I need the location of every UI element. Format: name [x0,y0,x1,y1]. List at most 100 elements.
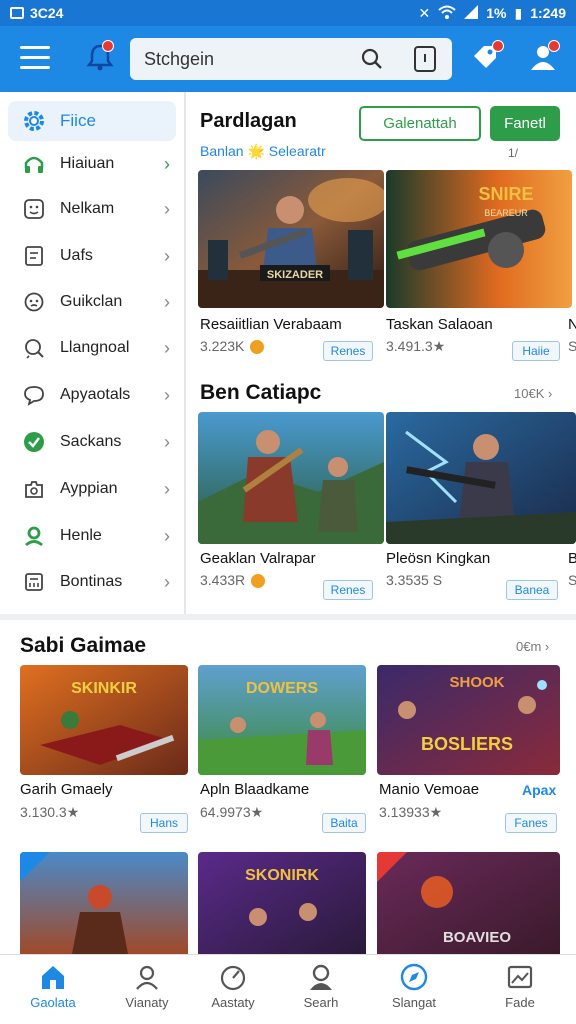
saki-see-more[interactable]: 0€m › [516,639,549,654]
tag-button[interactable] [470,40,504,76]
nav-label: Aastaty [211,995,255,1010]
svg-text:BEAREUR: BEAREUR [484,208,528,218]
game-name: Geaklan Valrapar [200,550,316,567]
nav-item-search[interactable]: Searh [273,955,369,1024]
notifications-button[interactable] [86,40,116,74]
game-thumbnail [198,412,384,544]
clock: 1:249 [530,5,566,21]
svg-text:BOSLIERS: BOSLIERS [421,734,513,754]
sidebar-item-hiaiuan[interactable]: Hiaiuan › [8,144,176,184]
game-name: Pleösn Kingkan [386,550,491,567]
fanetl-button[interactable]: Fanetl [490,106,560,141]
ben-see-more[interactable]: 10€K › [514,386,552,401]
sidebar-item-apyaotals[interactable]: Apyaotals › [8,375,176,415]
game-card[interactable]: SHOOK BOSLIERS Manio Vemoae Apax 3.13933… [377,665,560,840]
search-bar [130,38,452,80]
game-name: Apln Blaadkame [200,781,310,798]
svg-text:SKIZADER: SKIZADER [267,269,323,281]
sidebar-item-label: Sackans [60,433,122,450]
svg-text:SKONIRK: SKONIRK [245,867,319,884]
game-thumbnail: BOAVIEO [377,852,560,954]
sidebar-item-label: Hiaiuan [60,155,115,172]
search-button[interactable] [360,47,384,71]
gear-icon [22,109,46,133]
section-divider [0,614,576,620]
sidebar-item-label: Nelkam [60,200,115,217]
sidebar-item-label: Ayppian [60,480,118,497]
nav-item-slangat[interactable]: Slangat [366,955,462,1024]
game-thumbnail: DOWERS [198,665,366,775]
hamburger-icon [20,46,50,49]
battery-level: 1% [486,5,507,21]
sidebar-item-llangnoal[interactable]: Llangnoal › [8,328,176,368]
sidebar-item-uafs[interactable]: Uafs › [8,236,176,276]
compass-icon [400,963,428,991]
featured-subtitle[interactable]: Banlan 🌟 Selearatr [200,143,326,160]
featured-title: Pardlagan [200,110,297,132]
game-card[interactable] [20,852,188,954]
sidebar-item-nelkam[interactable]: Nelkam › [8,189,176,229]
tag-pill[interactable]: Baita [322,813,366,833]
chevron-right-icon: › [164,385,170,405]
sidebar-item-sackans[interactable]: Sackans › [8,422,176,462]
game-card[interactable]: DOWERS Apln Blaadkame 64.9973★ Baita [198,665,366,840]
nav-item-home[interactable]: Gaolata [5,955,101,1024]
game-name: Resaiitlian Verabaam [200,316,342,333]
wifi-icon [438,5,456,22]
chat-search-icon [22,336,46,360]
game-card[interactable]: N S [568,314,576,370]
calculator-icon [22,570,46,594]
game-card[interactable]: SKIZADER Resaiitlian Verabaam 3.223K Ren… [198,170,384,370]
chevron-right-icon: › [164,292,170,312]
svg-text:SHOOK: SHOOK [449,674,504,691]
scan-button[interactable] [414,46,436,72]
game-card-info[interactable]: Pleösn Kingkan 3.3535 S Banea [386,548,566,608]
nav-item-fade[interactable]: Fade [472,955,568,1024]
game-rating: 3.433R [200,572,266,589]
game-card[interactable]: B S [568,548,576,608]
galenattah-button[interactable]: Galenattah [359,106,481,141]
game-card[interactable]: SNIRE BEAREUR Taskan Salaoan 3.491.3★ Ha… [386,170,572,370]
sidebar-item-henle[interactable]: Henle › [8,516,176,556]
game-card-info[interactable]: Geaklan Valrapar 3.433R Renes [198,548,384,608]
menu-button[interactable] [20,46,50,70]
coin-icon [250,340,265,355]
sidebar-item-ayppian[interactable]: Ayppian › [8,469,176,509]
profile-badge [548,40,560,52]
nav-item-profile[interactable]: Vianaty [99,955,195,1024]
game-thumbnail [20,852,188,954]
profile-button[interactable] [528,40,562,76]
tag-pill[interactable]: Haiie [512,341,560,361]
tag-pill[interactable]: Renes [323,580,373,600]
featured-count: 1/ [508,146,519,160]
apax-label[interactable]: Apax [522,782,556,798]
sidebar: Fiice Hiaiuan › Nelkam › Uafs › Guikclan… [0,92,186,614]
headphones-icon [22,152,46,176]
game-rating: 3.13933★ [379,804,443,820]
game-name: Garih Gmaely [20,781,113,798]
gauge-icon [220,965,246,991]
signal-icon [464,4,479,22]
search-icon [361,48,382,69]
notification-icon [10,7,24,19]
smiley-icon [22,197,46,221]
game-card[interactable]: SKINKIR Garih Gmaely 3.130.3★ Hans [20,665,188,840]
tag-pill[interactable]: Fanes [505,813,557,833]
game-rating: 3.223K [200,338,265,355]
tag-pill[interactable]: Hans [140,813,188,833]
sidebar-item-fiice[interactable]: Fiice [8,101,176,141]
game-rating: 3.130.3★ [20,804,80,820]
bottom-navigation: Gaolata Vianaty Aastaty Searh Slangat Fa… [0,954,576,1024]
sidebar-item-label: Apyaotals [60,386,131,403]
tag-pill[interactable]: Renes [323,341,373,361]
sidebar-item-bontinas[interactable]: Bontinas › [8,562,176,602]
svg-text:DOWERS: DOWERS [246,680,318,697]
nav-item-activity[interactable]: Aastaty [185,955,281,1024]
tag-pill[interactable]: Banea [506,580,558,600]
search-input[interactable] [144,48,344,70]
game-card[interactable]: SKONIRK [198,852,366,954]
rating-value: 3.433R [200,572,246,588]
sidebar-item-guikclan[interactable]: Guikclan › [8,282,176,322]
status-left-text: 3C24 [30,5,64,21]
game-card[interactable]: BOAVIEO [377,852,560,954]
